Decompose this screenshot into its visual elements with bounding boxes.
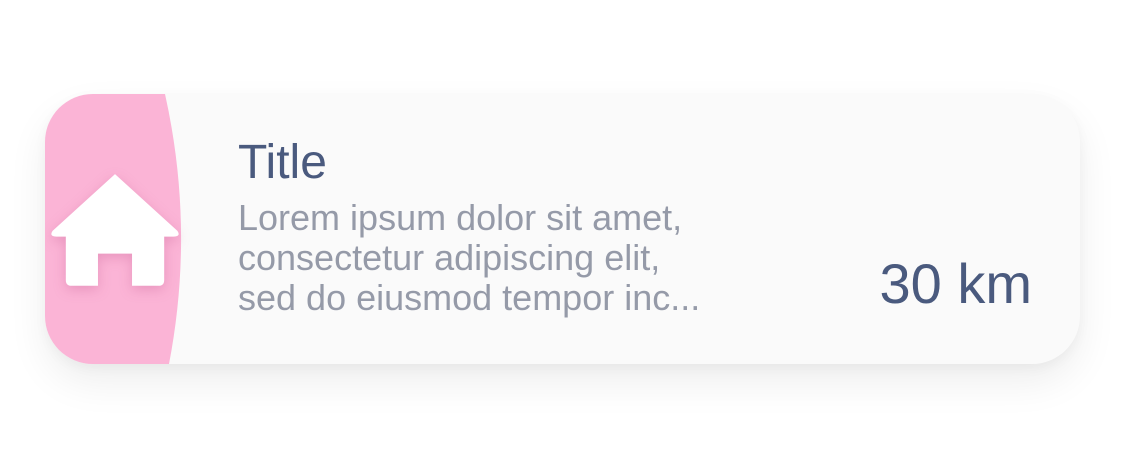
distance-label: 30 km (879, 252, 1033, 315)
description-line: Lorem ipsum dolor sit amet, (238, 197, 683, 238)
card-text: Title Lorem ipsum dolor sit amet, consec… (238, 134, 838, 318)
card-accent-panel (45, 94, 185, 364)
home-icon (51, 174, 179, 286)
list-item-card[interactable]: Title Lorem ipsum dolor sit amet, consec… (45, 94, 1080, 364)
description-line: sed do eiusmod tempor inc... (238, 277, 701, 318)
card-title: Title (238, 136, 327, 189)
card-description: Lorem ipsum dolor sit amet, consectetur … (238, 198, 838, 318)
description-line: consectetur adipiscing elit, (238, 237, 661, 278)
